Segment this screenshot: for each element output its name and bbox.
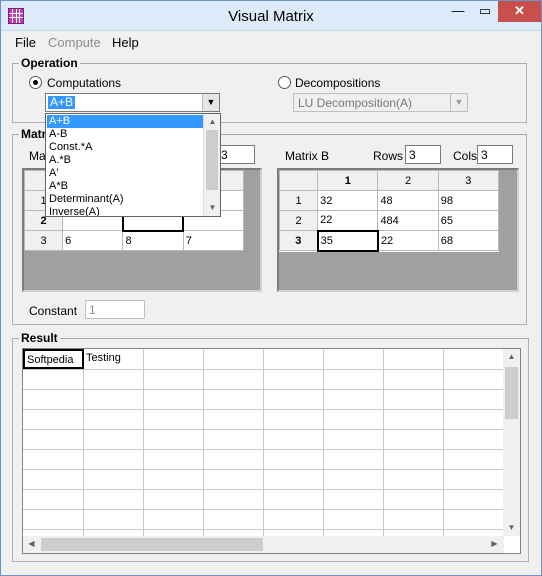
maximize-button[interactable]: ▭ [472,1,498,22]
result-horizontal-scrollbar[interactable]: ◀ ▶ [23,536,504,553]
computations-label: Computations [47,76,122,90]
col-header: 1 [317,170,379,191]
computations-dropdown[interactable]: A+B A-B Const.*A A.*B A' A*B Determinant… [45,113,221,217]
operation-group-label: Operation [19,56,80,70]
dropdown-option[interactable]: Determinant(A) [47,193,124,206]
decompositions-combo[interactable]: LU Decomposition(A) ▼ [293,93,468,112]
constant-input[interactable]: 1 [85,300,145,319]
result-group-label: Result [19,331,60,345]
scroll-left-icon[interactable]: ◀ [23,536,40,552]
main-window: Visual Matrix — ▭ ✕ File Compute Help Op… [0,0,542,576]
dropdown-option[interactable]: Inverse(A) [47,206,100,216]
matrix-cell[interactable]: 65 [437,210,500,231]
menu-file[interactable]: File [15,35,36,50]
dropdown-option[interactable]: A*B [47,180,68,193]
matrix-cell[interactable]: 48 [377,190,439,211]
matrix-cell[interactable]: 32 [317,190,379,211]
result-vertical-scrollbar[interactable]: ▲ ▼ [503,349,520,536]
dropdown-option[interactable]: A+B [47,115,204,128]
matrix-b-cols-input[interactable]: 3 [477,145,513,164]
row-header: 3 [23,230,64,251]
matrix-cell[interactable]: 98 [437,190,500,211]
scroll-thumb[interactable] [505,367,518,419]
matrix-b-label: Matrix B [285,149,330,163]
computations-radio[interactable] [29,76,42,89]
matrix-cell[interactable]: 68 [437,230,500,251]
decompositions-combo-value: LU Decomposition(A) [298,96,413,110]
matrix-cell[interactable]: 7 [182,230,245,251]
matrix-cell[interactable]: 6 [62,230,124,251]
decompositions-radio[interactable] [278,76,291,89]
row-header: 1 [278,190,319,211]
col-header: 3 [437,170,500,191]
matrix-cell[interactable]: 8 [122,230,184,251]
decompositions-label: Decompositions [295,76,381,90]
result-grid[interactable]: Softpedia Testing ▲ ▼ ◀ ▶ [22,348,521,554]
dropdown-option[interactable]: A-B [47,128,67,141]
scroll-thumb[interactable] [41,538,263,551]
matrix-cell[interactable]: 22 [377,230,439,251]
constant-label: Constant [29,304,78,318]
dropdown-option[interactable]: A' [47,167,58,180]
result-cell-current[interactable]: Softpedia [23,349,84,369]
minimize-button[interactable]: — [444,1,472,22]
chevron-down-icon[interactable]: ▼ [202,94,219,111]
close-button[interactable]: ✕ [498,1,541,22]
scroll-down-icon[interactable]: ▼ [204,200,220,216]
grid-corner [278,170,319,191]
chevron-down-icon[interactable]: ▼ [450,94,467,111]
row-header: 3 [278,230,319,251]
dropdown-scrollbar[interactable]: ▲ ▼ [203,114,220,216]
result-cell[interactable]: Testing [84,349,143,369]
menu-help[interactable]: Help [112,35,139,50]
scroll-thumb[interactable] [206,130,218,190]
row-header: 2 [278,210,319,231]
matrix-a-label: Ma [29,149,46,163]
matrix-b-cols-label: Cols [453,149,478,163]
current-cell[interactable]: 35 [316,229,379,252]
dropdown-option[interactable]: A.*B [47,154,71,167]
menu-compute[interactable]: Compute [48,35,101,50]
matrix-cell[interactable]: 484 [377,210,439,231]
scroll-up-icon[interactable]: ▲ [503,349,520,365]
dropdown-option[interactable]: Const.*A [47,141,92,154]
scroll-up-icon[interactable]: ▲ [204,114,220,130]
menu-bar: File Compute Help [1,31,541,53]
matrix-a-cols-input[interactable]: 3 [217,145,255,164]
matrix-b-grid: 1 2 3 1 32 48 98 2 22 484 65 3 35 22 68 [277,168,519,292]
matrix-b-rows-input[interactable]: 3 [405,145,441,164]
matrix-cell[interactable]: 22 [317,210,379,231]
computations-combo-value: A+B [48,95,76,109]
col-header: 2 [377,170,439,191]
computations-combo[interactable]: A+B ▼ [45,93,220,112]
scroll-right-icon[interactable]: ▶ [486,536,503,552]
scroll-down-icon[interactable]: ▼ [503,520,520,536]
matrix-b-rows-label: Rows [373,149,404,163]
title-bar: Visual Matrix — ▭ ✕ [1,1,541,31]
